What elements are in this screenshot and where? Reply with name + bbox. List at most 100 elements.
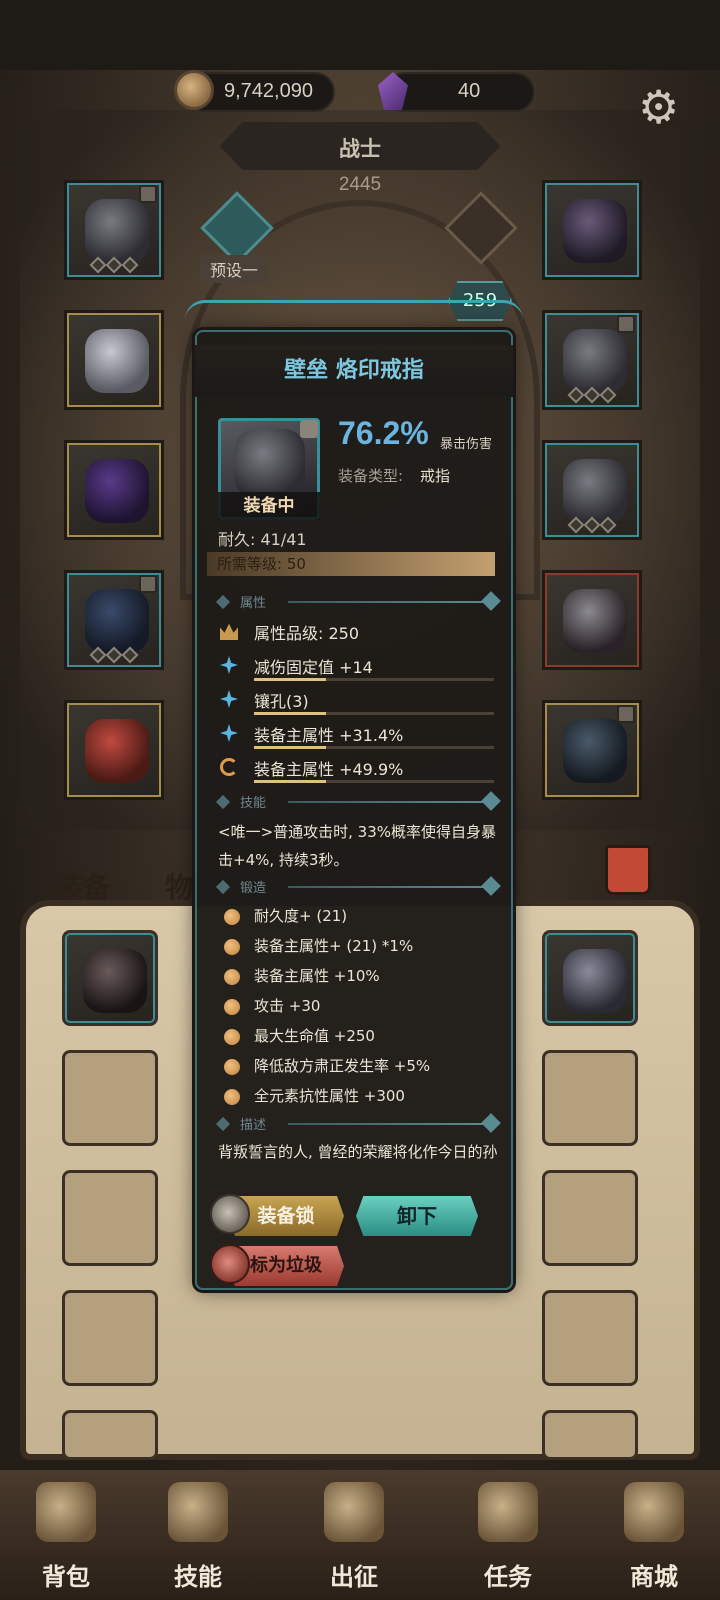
forge-text: 装备主属性 +10% — [254, 967, 380, 985]
crown-icon — [220, 623, 238, 640]
nav-quests[interactable]: 任务 — [448, 1470, 568, 1600]
attr-text: 减伤固定值 +14 — [254, 658, 373, 677]
boots-icon — [85, 719, 149, 783]
attr-text: 属性品级: 250 — [254, 624, 360, 643]
forge-row: 耐久度+ (21) — [220, 902, 490, 932]
lock-icon — [139, 185, 157, 203]
slot-helmet[interactable] — [64, 180, 164, 280]
bag-cell-empty[interactable] — [542, 1410, 638, 1460]
bag-cell-empty[interactable] — [62, 1050, 158, 1146]
slot-offhand[interactable] — [542, 700, 642, 800]
forge-row: 降低敌方肃正发生率 +5% — [220, 1052, 490, 1082]
trash-icon[interactable] — [605, 845, 651, 895]
star-icon — [220, 690, 238, 708]
bag-item-helm[interactable] — [542, 930, 638, 1026]
section-title: 属性 — [240, 596, 267, 611]
forge-dot-icon — [224, 969, 240, 985]
class-name: 战士 — [339, 137, 381, 161]
power-score: 2445 — [338, 174, 382, 195]
attr-row: 属性品级: 250 — [220, 618, 490, 648]
ring-icon — [563, 459, 627, 523]
attr-row: 减伤固定值 +14 — [220, 652, 494, 682]
armor-icon — [85, 329, 149, 393]
unequip-button[interactable]: 卸下 — [356, 1196, 478, 1236]
forge-text: 装备主属性+ (21) *1% — [254, 937, 414, 955]
forge-row: 全元素抗性属性 +300 — [220, 1082, 490, 1112]
attr-row: 镶孔(3) — [220, 686, 494, 716]
nav-backpack-label: 背包 — [42, 1563, 90, 1591]
lantern-trash-icon[interactable] — [210, 1244, 250, 1284]
bag-cell-empty[interactable] — [62, 1410, 158, 1460]
lock-icon — [139, 575, 157, 593]
tab-equipment[interactable]: 装备 — [55, 866, 111, 906]
forge-row: 攻击 +30 — [220, 992, 490, 1022]
pants-icon — [85, 589, 149, 653]
forge-dot-icon — [224, 1059, 240, 1075]
nav-shop-label: 商城 — [630, 1563, 678, 1591]
winged-helm-icon — [563, 949, 627, 1013]
section-title: 锻造 — [240, 881, 267, 896]
settings-gear-icon[interactable]: ⚙ — [638, 84, 679, 130]
cycle-icon — [220, 758, 238, 776]
gloves-icon — [85, 459, 149, 523]
attr-bar — [254, 746, 494, 749]
quest-horn-icon — [478, 1482, 538, 1542]
sword-map-icon — [324, 1482, 384, 1542]
forge-text: 攻击 +30 — [254, 997, 321, 1015]
nav-shop[interactable]: 商城 — [594, 1470, 714, 1600]
slot-ring-1[interactable] — [542, 310, 642, 410]
durability: 耐久: 41/41 — [218, 530, 307, 549]
ring-icon — [563, 329, 627, 393]
forge-dot-icon — [224, 999, 240, 1015]
nav-expedition-label: 出征 — [330, 1563, 378, 1591]
slot-boots[interactable] — [64, 700, 164, 800]
attr-text: 装备主属性 +31.4% — [254, 726, 404, 745]
slot-weapon[interactable] — [542, 570, 642, 670]
nav-skills[interactable]: 技能 — [138, 1470, 258, 1600]
forge-row: 装备主属性 +10% — [220, 962, 490, 992]
attr-bar — [254, 712, 494, 715]
shield-icon — [563, 719, 627, 783]
socket-diamonds — [567, 386, 617, 404]
forge-dot-icon — [224, 939, 240, 955]
star-icon — [220, 724, 238, 742]
star-icon — [220, 656, 238, 674]
item-description: 背叛誓言的人, 曾经的荣耀将化作今日的孙下枷锁 — [218, 1143, 498, 1161]
slot-amulet[interactable] — [542, 180, 642, 280]
section-header-attributes: 属性 — [215, 591, 501, 612]
slot-gloves[interactable] — [64, 440, 164, 540]
bag-cell-empty[interactable] — [542, 1290, 638, 1386]
coin-icon — [174, 70, 214, 110]
attr-row: 装备主属性 +31.4% — [220, 720, 494, 750]
equip-type-label: 装备类型: — [338, 467, 404, 485]
bag-cell-empty[interactable] — [62, 1170, 158, 1266]
bag-cell-empty[interactable] — [542, 1050, 638, 1146]
forge-text: 降低敌方肃正发生率 +5% — [254, 1057, 431, 1075]
amulet-icon — [563, 199, 627, 263]
padlock-icon[interactable] — [210, 1194, 250, 1234]
bag-cell-empty[interactable] — [62, 1290, 158, 1386]
bag-item-blade[interactable] — [62, 930, 158, 1026]
section-title: 描述 — [240, 1118, 267, 1133]
lock-icon — [617, 705, 635, 723]
required-level: 所需等级: 50 — [207, 552, 495, 576]
blade-icon — [83, 949, 147, 1013]
nav-backpack[interactable]: 背包 — [6, 1470, 126, 1600]
attr-row: 装备主属性 +49.9% — [220, 754, 494, 784]
sword-icon — [563, 589, 627, 653]
shop-crown-icon — [624, 1482, 684, 1542]
section-title: 技能 — [240, 796, 267, 811]
nav-expedition[interactable]: 出征 — [294, 1470, 414, 1600]
backpack-icon — [36, 1482, 96, 1542]
attr-bar — [254, 678, 494, 681]
slot-chest[interactable] — [64, 310, 164, 410]
preset-label[interactable]: 预设一 — [200, 255, 269, 283]
forge-row: 最大生命值 +250 — [220, 1022, 490, 1052]
slot-legs[interactable] — [64, 570, 164, 670]
section-header-forge: 锻造 — [215, 876, 501, 897]
bag-cell-empty[interactable] — [542, 1170, 638, 1266]
helmet-icon — [85, 199, 149, 263]
slot-ring-2[interactable] — [542, 440, 642, 540]
nav-quests-label: 任务 — [484, 1563, 532, 1591]
socket-diamonds — [567, 516, 617, 534]
